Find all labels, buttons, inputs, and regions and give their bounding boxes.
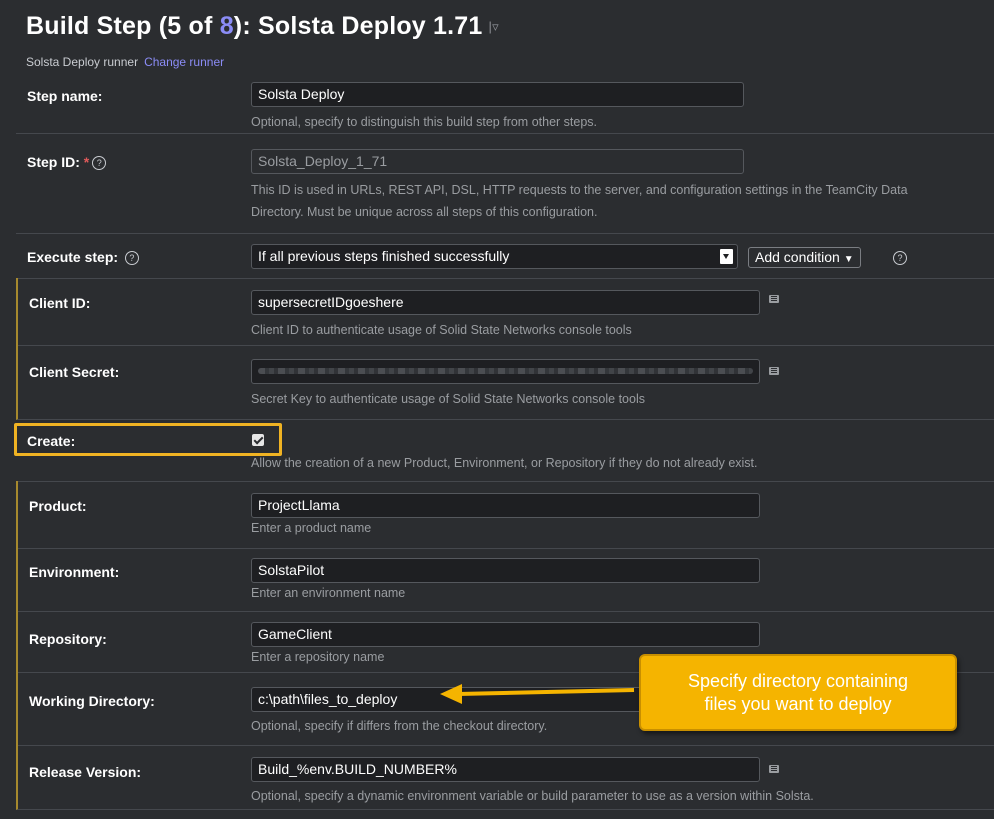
arrow-shaft	[457, 688, 635, 696]
callout-box: Specify directory containing files you w…	[639, 654, 957, 731]
arrow-head-icon	[440, 684, 462, 704]
callout-line-2: files you want to deploy	[704, 694, 892, 714]
callout-line-1: Specify directory containing	[687, 671, 909, 691]
